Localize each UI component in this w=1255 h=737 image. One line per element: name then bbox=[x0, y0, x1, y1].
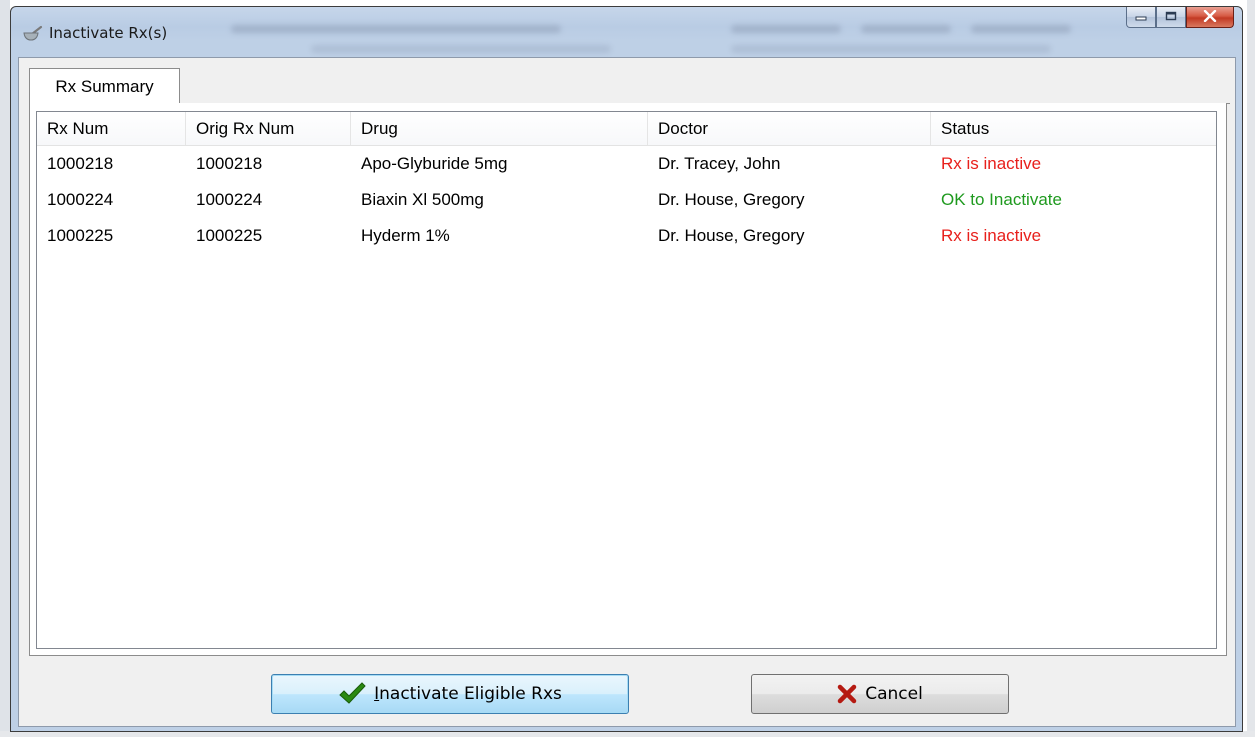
cell-drug: Hyderm 1% bbox=[361, 226, 450, 245]
cell-drug: Apo-Glyburide 5mg bbox=[361, 154, 508, 173]
table-row[interactable]: 1000218 1000218 Apo-Glyburide 5mg Dr. Tr… bbox=[37, 146, 1216, 182]
cancel-button[interactable]: Cancel bbox=[751, 674, 1009, 714]
cell-status: Rx is inactive bbox=[941, 226, 1042, 245]
column-header-rx-num[interactable]: Rx Num bbox=[37, 112, 186, 145]
cell-doctor: Dr. House, Gregory bbox=[658, 190, 805, 209]
tab-rx-summary[interactable]: Rx Summary bbox=[29, 68, 180, 104]
dialog-client-area: Rx Summary Rx Num Orig Rx Num Drug Docto… bbox=[18, 57, 1236, 727]
cell-orig-rx-num: 1000218 bbox=[196, 154, 263, 173]
blurred-background-text bbox=[231, 25, 561, 33]
cell-doctor: Dr. House, Gregory bbox=[658, 226, 805, 245]
cell-rx-num: 1000224 bbox=[47, 190, 114, 209]
background-app-right bbox=[1247, 0, 1255, 737]
list-header: Rx Num Orig Rx Num Drug Doctor Status bbox=[37, 112, 1216, 146]
caption-buttons bbox=[1126, 7, 1234, 29]
blurred-background-text bbox=[731, 45, 1051, 53]
cell-doctor: Dr. Tracey, John bbox=[658, 154, 781, 173]
inactivate-eligible-rxs-button[interactable]: Inactivate Eligible Rxs bbox=[271, 674, 629, 714]
check-icon bbox=[338, 682, 366, 706]
column-header-orig-rx-num[interactable]: Orig Rx Num bbox=[186, 112, 351, 145]
inactivate-button-label-rest: nactivate Eligible Rxs bbox=[379, 684, 562, 704]
tab-label: Rx Summary bbox=[55, 76, 154, 96]
mortar-pestle-icon bbox=[23, 25, 43, 43]
cancel-button-label: Cancel bbox=[865, 684, 923, 704]
blurred-background-text bbox=[731, 25, 841, 33]
close-button[interactable] bbox=[1186, 7, 1234, 28]
button-bar: Inactivate Eligible Rxs Cancel bbox=[19, 660, 1235, 728]
title-bar[interactable]: Inactivate Rx(s) bbox=[11, 7, 1242, 57]
cell-status: OK to Inactivate bbox=[941, 190, 1062, 209]
maximize-icon bbox=[1165, 8, 1177, 26]
cell-rx-num: 1000218 bbox=[47, 154, 114, 173]
minimize-icon bbox=[1135, 8, 1147, 26]
blurred-background-text bbox=[861, 25, 951, 33]
rx-list[interactable]: Rx Num Orig Rx Num Drug Doctor Status 10… bbox=[36, 111, 1217, 649]
cell-rx-num: 1000225 bbox=[47, 226, 114, 245]
column-header-doctor[interactable]: Doctor bbox=[648, 112, 931, 145]
window-title: Inactivate Rx(s) bbox=[49, 24, 168, 42]
x-icon bbox=[837, 684, 857, 704]
column-header-status[interactable]: Status bbox=[931, 112, 1215, 145]
table-row[interactable]: 1000225 1000225 Hyderm 1% Dr. House, Gre… bbox=[37, 218, 1216, 254]
background-app-left bbox=[0, 0, 10, 737]
cell-orig-rx-num: 1000224 bbox=[196, 190, 263, 209]
rx-summary-panel: Rx Num Orig Rx Num Drug Doctor Status 10… bbox=[29, 103, 1227, 656]
inactivate-rx-dialog: Inactivate Rx(s) Rx Summary Rx Num Orig … bbox=[10, 6, 1243, 732]
cell-orig-rx-num: 1000225 bbox=[196, 226, 263, 245]
column-header-drug[interactable]: Drug bbox=[351, 112, 648, 145]
cell-drug: Biaxin Xl 500mg bbox=[361, 190, 484, 209]
blurred-background-text bbox=[971, 25, 1071, 33]
minimize-button[interactable] bbox=[1126, 7, 1156, 28]
maximize-button[interactable] bbox=[1156, 7, 1186, 28]
inactivate-button-label: Inactivate Eligible Rxs bbox=[374, 684, 562, 704]
blurred-background-text bbox=[311, 45, 611, 53]
close-icon bbox=[1203, 9, 1217, 26]
cell-status: Rx is inactive bbox=[941, 154, 1042, 173]
table-row[interactable]: 1000224 1000224 Biaxin Xl 500mg Dr. Hous… bbox=[37, 182, 1216, 218]
